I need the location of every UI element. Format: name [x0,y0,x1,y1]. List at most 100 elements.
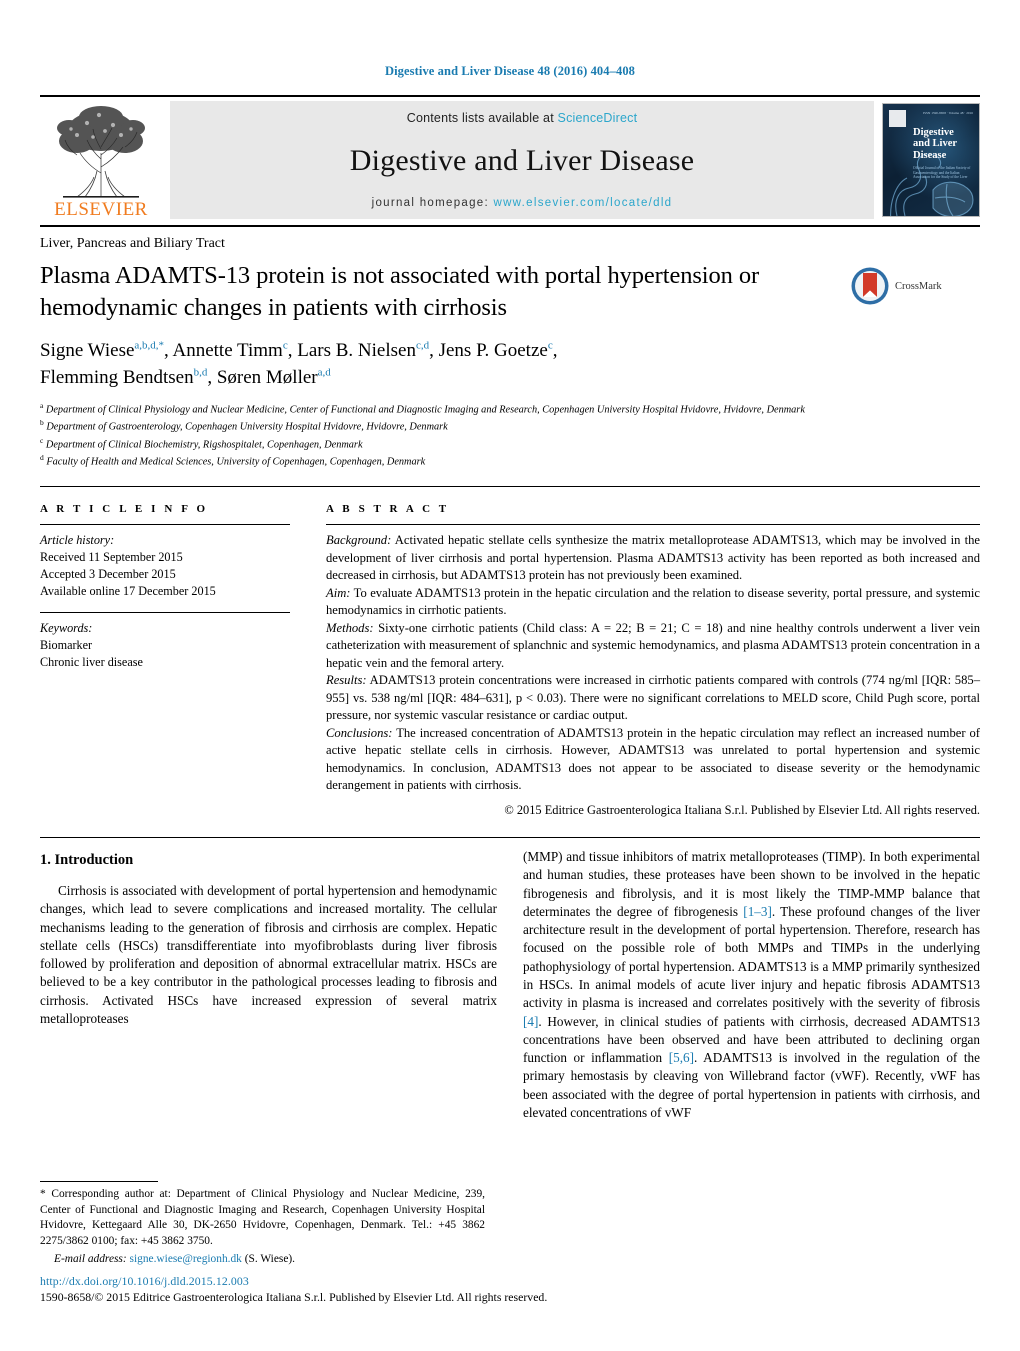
abstract-section-label: Conclusions: [326,725,393,740]
abstract-paragraph: Conclusions: The increased concentration… [326,725,980,795]
affiliation-text: Department of Clinical Biochemistry, Rig… [45,439,363,451]
author-affil-marks: c [282,339,288,352]
affiliation-text: Department of Clinical Physiology and Nu… [45,404,805,416]
abstract-paragraph: Results: ADAMTS13 protein concentrations… [326,672,980,725]
contents-prefix: Contents lists available at [406,111,558,125]
corresponding-author-footnote: * Corresponding author at: Department of… [40,1187,485,1249]
article-history-block: Article history: Received 11 September 2… [40,532,290,600]
author-item: Søren Møllera,d [216,366,331,388]
abstract-section-label: Results: [326,673,367,688]
abstract-body: Background: Activated hepatic stellate c… [326,532,980,819]
subject-section-label: Liver, Pancreas and Biliary Tract [40,236,225,251]
citation-link[interactable]: [4] [523,1014,538,1029]
abstract-rule [326,524,980,526]
doi-link[interactable]: http://dx.doi.org/10.1016/j.dld.2015.12.… [40,1274,980,1289]
journal-homepage-link[interactable]: www.elsevier.com/locate/dld [493,197,672,209]
intro-paragraph-left: Cirrhosis is associated with development… [40,882,497,1026]
title-row: Plasma ADAMTS-13 protein is not associat… [40,254,980,324]
author-name: Jens P. Goetze [438,339,548,361]
affiliation-list: a Department of Clinical Physiology and … [40,401,980,471]
running-head: Digestive and Liver Disease 48 (2016) 40… [384,64,636,78]
keyword-item: Chronic liver disease [40,654,143,669]
affiliation-item: a Department of Clinical Physiology and … [40,401,980,418]
abstract-paragraph: Background: Activated hepatic stellate c… [326,532,980,585]
crossmark-badge[interactable]: CrossMark [850,254,980,306]
author-affil-marks: b,d [193,366,208,379]
author-affil-marks: a,b,d, [134,339,159,352]
footnote-region: * Corresponding author at: Department of… [40,1181,485,1265]
author-item: Flemming Bendtsenb,d, [40,366,217,388]
author-item: Lars B. Nielsenc,d, [297,339,439,361]
journal-homepage-line: journal homepage: www.elsevier.com/locat… [372,197,673,209]
abstract-copyright: © 2015 Editrice Gastroenterologica Itali… [504,802,980,817]
body-text-run: . These profound changes of the liver ar… [523,903,980,1011]
corresponding-author-marker[interactable]: * [159,339,165,351]
author-name: Lars B. Nielsen [297,339,416,361]
issn-copyright-line: 1590-8658/© 2015 Editrice Gastroenterolo… [40,1290,548,1304]
author-list: Signe Wiesea,b,d,*, Annette Timmc, Lars … [40,338,980,392]
abstract-section-text: ADAMTS13 protein concentrations were inc… [326,673,980,723]
journal-cover-thumbnail: ISSN 1590-8658 · Volume 48 · 2016 Digest… [882,103,980,217]
abstract-section-label: Aim: [326,585,351,600]
keywords-rule [40,611,290,613]
citation-link[interactable]: [1–3] [743,904,772,919]
history-accepted: Accepted 3 December 2015 [40,567,176,582]
affiliation-item: c Department of Clinical Biochemistry, R… [40,436,980,453]
citation-link[interactable]: [5,6] [669,1050,694,1065]
affiliation-item: d Faculty of Health and Medical Sciences… [40,453,980,470]
sciencedirect-link[interactable]: ScienceDirect [558,111,638,125]
page-footer: http://dx.doi.org/10.1016/j.dld.2015.12.… [40,1274,980,1305]
cover-title: Digestive and Liver Disease [913,127,975,161]
abstract-paragraph: Methods: Sixty-one cirrhotic patients (C… [326,620,980,673]
abstract-section-text: Activated hepatic stellate cells synthes… [326,533,980,583]
affiliation-item: b Department of Gastroenterology, Copenh… [40,418,980,435]
cover-subtitle: Official Journal of the Italian Society … [913,166,971,180]
footnote-text: Corresponding author at: Department of C… [40,1188,485,1247]
abstract-section-label: Background: [326,533,392,548]
affiliation-text: Faculty of Health and Medical Sciences, … [46,456,426,468]
email-label: E-mail address: [54,1253,127,1265]
crossmark-icon [851,267,889,305]
affiliation-mark: b [40,418,44,428]
history-available-online: Available online 17 December 2015 [40,584,216,599]
keywords-block: Keywords: Biomarker Chronic liver diseas… [40,620,290,671]
author-email-link[interactable]: signe.wiese@regionh.dk [130,1253,242,1265]
abstract-section-text: To evaluate ADAMTS13 protein in the hepa… [326,585,980,618]
cover-title-line-3: Disease [913,149,947,161]
affiliation-text: Department of Gastroenterology, Copenhag… [46,421,448,433]
author-item: Annette Timmc, [172,339,298,361]
page-title: Plasma ADAMTS-13 protein is not associat… [40,262,760,321]
keyword-item: Biomarker [40,637,93,652]
elsevier-logo: ELSEVIER [40,97,162,225]
intro-paragraph-right: (MMP) and tissue inhibitors of matrix me… [523,848,980,1122]
homepage-prefix: journal homepage: [371,197,494,209]
abstract-heading: A B S T R A C T [326,503,450,516]
abstract-column: A B S T R A C T Background: Activated he… [316,491,980,819]
author-name: Søren Møller [216,366,318,388]
author-affil-marks: c [547,339,553,352]
footnote-rule [40,1181,158,1182]
article-history-label: Article history: [40,533,115,548]
keywords-label: Keywords: [40,620,93,635]
cover-title-line-2: and Liver [913,138,958,150]
elsevier-wordmark: ELSEVIER [54,199,148,220]
journal-title: Digestive and Liver Disease [349,144,695,177]
body-column-right: (MMP) and tissue inhibitors of matrix me… [523,848,980,1122]
section-heading-introduction: 1. Introduction [40,851,134,868]
author-name: Flemming Bendtsen [40,366,194,388]
body-column-left: 1. Introduction Cirrhosis is associated … [40,848,497,1122]
email-owner: (S. Wiese). [244,1253,296,1265]
abstract-section-text: Sixty-one cirrhotic patients (Child clas… [326,620,980,670]
affiliation-mark: d [40,453,44,463]
author-name: Signe Wiese [40,339,135,361]
affiliation-mark: c [40,435,44,445]
body-region: 1. Introduction Cirrhosis is associated … [40,836,980,1122]
journal-article-page: Digestive and Liver Disease 48 (2016) 40… [0,0,1020,1351]
info-abstract-region: A R T I C L E I N F O Article history: R… [40,486,980,819]
contents-available-line: Contents lists available at ScienceDirec… [407,111,638,125]
crossmark-label: CrossMark [895,280,942,292]
article-info-column: A R T I C L E I N F O Article history: R… [40,491,316,819]
author-item: Signe Wiesea,b,d,*, [40,339,173,361]
history-received: Received 11 September 2015 [40,550,183,565]
